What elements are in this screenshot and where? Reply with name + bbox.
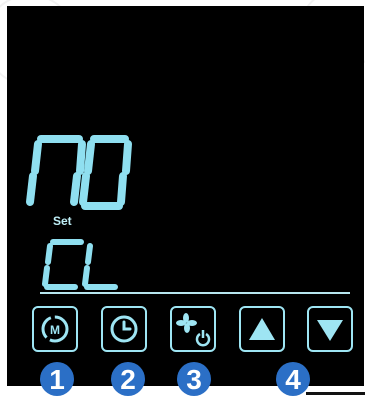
clock-button[interactable] — [101, 306, 147, 352]
svg-text:M: M — [50, 323, 60, 337]
mode-cycle-icon: M — [41, 315, 69, 343]
thermostat-display-panel: Set M — [7, 6, 364, 386]
down-arrow-icon — [317, 320, 343, 341]
clock-icon — [110, 315, 138, 343]
callout-badge-4: 4 — [276, 362, 310, 396]
lcd-sub-digit-1 — [42, 239, 84, 290]
lcd-sub-digit-2 — [82, 243, 118, 290]
fan-power-button[interactable] — [170, 306, 216, 352]
callout-badge-3: 3 — [177, 362, 211, 396]
fan-power-icon — [176, 313, 211, 347]
callout-badge-1: 1 — [40, 362, 74, 396]
lcd-main-digit-1 — [26, 135, 86, 206]
set-indicator-label: Set — [53, 214, 72, 228]
lcd-main-digit-2 — [79, 135, 132, 210]
mode-button[interactable]: M — [32, 306, 78, 352]
callout-badge-2: 2 — [111, 362, 145, 396]
down-button[interactable] — [307, 306, 353, 352]
up-button[interactable] — [239, 306, 285, 352]
up-arrow-icon — [249, 318, 275, 340]
decorative-bottom-bar — [306, 392, 365, 395]
display-separator-line — [40, 292, 350, 294]
